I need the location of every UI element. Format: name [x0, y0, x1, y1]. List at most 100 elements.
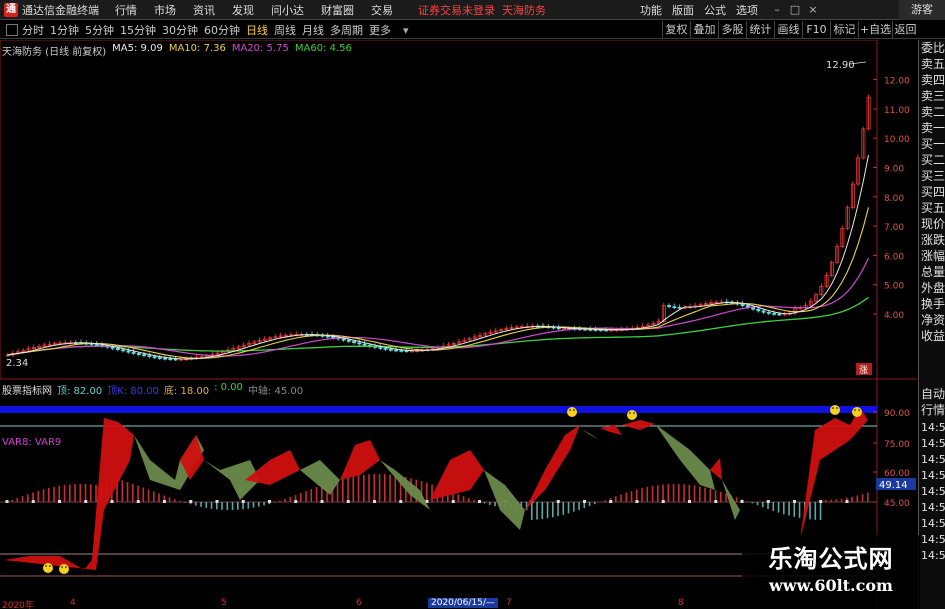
- menu-layout[interactable]: 版面: [672, 2, 694, 18]
- period-toolbar: 分时 1分钟 5分钟 15分钟 30分钟 60分钟 日线 周线 月线 多周期 更…: [0, 21, 945, 39]
- close-icon[interactable]: ×: [804, 3, 822, 16]
- var-label: VAR8: VAR9: [2, 437, 62, 448]
- side-panel-item: 净资: [921, 313, 945, 327]
- maximize-icon[interactable]: □: [786, 3, 804, 16]
- trade-login-status[interactable]: 证券交易未登录 天海防务: [418, 2, 546, 18]
- menu-functions[interactable]: 功能: [640, 2, 662, 18]
- indicator-value-text: 49.14: [879, 480, 908, 491]
- period-daily[interactable]: 日线: [246, 22, 268, 38]
- side-panel-item: 换手: [921, 297, 945, 311]
- statistics-button[interactable]: 统计: [746, 21, 774, 39]
- f10-button[interactable]: F10: [802, 21, 830, 39]
- menu-formula[interactable]: 公式: [704, 2, 726, 18]
- menu-market[interactable]: 市场: [154, 2, 176, 18]
- side-panel-item: 外盘: [921, 281, 945, 295]
- side-tab-auto[interactable]: 自动: [919, 386, 945, 402]
- multi-stock-button[interactable]: 多股: [718, 21, 746, 39]
- menu-quotes[interactable]: 行情: [115, 2, 137, 18]
- period-1min[interactable]: 1分钟: [50, 22, 79, 38]
- side-panel-item: 卖三: [921, 89, 945, 103]
- period-monthly[interactable]: 月线: [302, 22, 324, 38]
- date-tick: 7: [506, 598, 512, 608]
- side-time-item: 14:50: [921, 453, 945, 466]
- indicator-name[interactable]: 股票指标网: [2, 382, 52, 397]
- smiley-icon: [830, 405, 840, 415]
- period-15min[interactable]: 15分钟: [120, 22, 156, 38]
- indicator-zero: : 0.00: [214, 382, 243, 393]
- side-time-item: 14:50: [921, 549, 945, 562]
- add-watchlist-button[interactable]: +自选: [858, 21, 892, 39]
- side-time-item: 14:50: [921, 501, 945, 514]
- price-tick: 4.00: [884, 311, 904, 321]
- menu-options[interactable]: 选项: [736, 2, 758, 18]
- menu-trade[interactable]: 交易: [371, 2, 393, 18]
- indicator-mid: 顶K: 80.00: [107, 386, 159, 397]
- period-5min[interactable]: 5分钟: [85, 22, 114, 38]
- indicator-tick: 90.00: [884, 409, 910, 419]
- minimize-icon[interactable]: –: [768, 3, 786, 16]
- menu-discover[interactable]: 发现: [232, 2, 254, 18]
- selected-date[interactable]: 2020/06/15/—: [428, 598, 498, 608]
- side-panel-item: 买四: [921, 185, 945, 199]
- period-tick[interactable]: 分时: [22, 22, 44, 38]
- side-panel-item: 买一: [921, 137, 945, 151]
- side-tab-quotes[interactable]: 行情: [919, 402, 945, 418]
- ma60-label: MA60: 4.56: [294, 43, 352, 54]
- back-icon[interactable]: [6, 23, 18, 36]
- app-title: 通达信金融终端: [22, 3, 99, 17]
- high-price-label: 12.90: [826, 60, 855, 71]
- overlay-button[interactable]: 叠加: [690, 21, 718, 39]
- date-tick: 4: [70, 598, 76, 608]
- period-more[interactable]: 更多: [369, 22, 391, 38]
- watermark: 乐淘公式网 www.60lt.com: [742, 535, 920, 609]
- menu-news[interactable]: 资讯: [193, 2, 215, 18]
- smiley-icon: [43, 563, 53, 573]
- smiley-icon: [567, 407, 577, 417]
- mark-button[interactable]: 标记: [830, 21, 858, 39]
- side-time-item: 14:50: [921, 437, 945, 450]
- indicator-tick: 45.00: [884, 499, 910, 509]
- watermark-url: www.60lt.com: [769, 576, 893, 595]
- app-logo-icon: 通: [4, 2, 18, 17]
- price-axis: 12.00 11.00 10.00 9.00 8.00 7.00 6.00 5.00 4.00: [873, 77, 910, 321]
- dropdown-icon[interactable]: ▾: [403, 24, 411, 37]
- period-weekly[interactable]: 周线: [274, 22, 296, 38]
- menu-assistant[interactable]: 问小达: [271, 2, 304, 18]
- price-tick: 11.00: [884, 106, 910, 116]
- watermark-title: 乐淘公式网: [768, 544, 894, 573]
- menu-wealth-circle[interactable]: 财富圈: [321, 2, 354, 18]
- date-tick: 8: [678, 598, 684, 608]
- side-panel-item: 现价: [921, 217, 945, 231]
- zhang-tag-text: 涨: [859, 365, 868, 376]
- period-30min[interactable]: 30分钟: [162, 22, 198, 38]
- indicator-center: 中轴: 45.00: [247, 386, 304, 397]
- guest-login-button[interactable]: 游客: [899, 0, 945, 20]
- period-60min[interactable]: 60分钟: [204, 22, 240, 38]
- ma20-label: MA20: 5.75: [231, 43, 289, 54]
- adjust-button[interactable]: 复权: [662, 21, 690, 39]
- ma10-label: MA10: 7.36: [168, 43, 226, 54]
- draw-line-button[interactable]: 画线: [774, 21, 802, 39]
- side-panel-item: 卖五: [921, 57, 945, 71]
- side-panel-item: 买二: [921, 153, 945, 167]
- period-multi[interactable]: 多周期: [330, 22, 363, 38]
- price-tick: 12.00: [884, 77, 910, 87]
- price-frame: [0, 40, 878, 380]
- indicator-top: 顶: 82.00: [57, 386, 103, 397]
- date-tick: 5: [221, 598, 227, 608]
- side-panel-item: 总量: [921, 265, 945, 279]
- side-panel-item: 涨跌: [921, 233, 945, 247]
- kline-chart[interactable]: 12.0011.0010.009.008.007.006.005.004.00 …: [0, 40, 918, 609]
- price-tick: 6.00: [884, 252, 904, 262]
- side-time-item: 14:50: [921, 485, 945, 498]
- ma20-line: [7, 257, 870, 357]
- return-button[interactable]: 返回: [892, 21, 918, 39]
- title-bar: 通 通达信金融终端 行情 市场 资讯 发现 问小达 财富圈 交易 证券交易未登录…: [0, 0, 945, 20]
- price-tick: 7.00: [884, 223, 904, 233]
- side-time-item: 14:50: [921, 469, 945, 482]
- price-tick: 10.00: [884, 135, 910, 145]
- price-tick: 9.00: [884, 165, 904, 175]
- side-panel-item: 卖四: [921, 73, 945, 87]
- indicator-tick: 75.00: [884, 440, 910, 450]
- smiley-icon: [627, 410, 637, 420]
